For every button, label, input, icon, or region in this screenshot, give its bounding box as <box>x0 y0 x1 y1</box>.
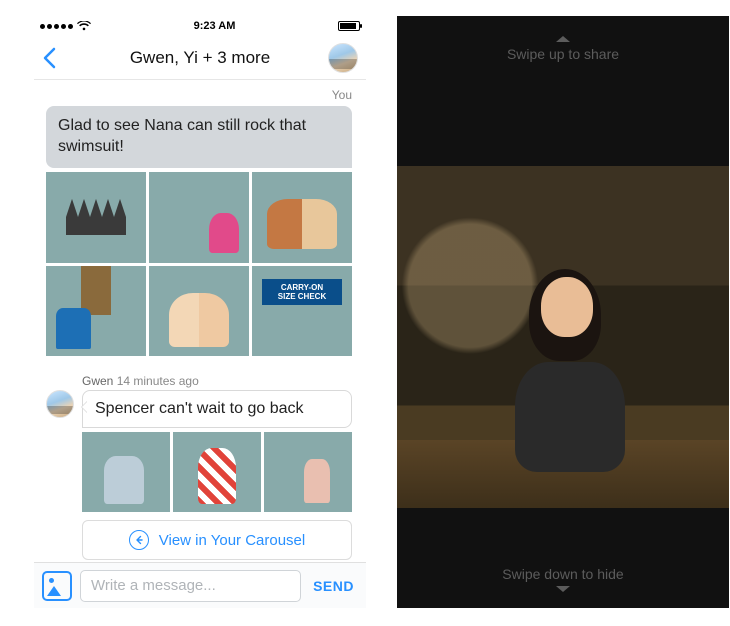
composer-bar: Write a message... SEND <box>34 562 366 608</box>
photo-thumb[interactable] <box>46 172 146 263</box>
chevron-left-icon <box>42 47 56 69</box>
incoming-sender: Gwen <box>82 374 113 388</box>
swipe-up-area[interactable]: Swipe up to share <box>397 16 729 166</box>
incoming-meta: Gwen 14 minutes ago <box>82 374 199 388</box>
nav-bar: Gwen, Yi + 3 more <box>34 36 366 80</box>
photo-thumb[interactable] <box>46 266 146 357</box>
photo-thumb[interactable] <box>264 432 352 512</box>
outgoing-photo-grid <box>46 172 352 357</box>
outgoing-message-bubble: Glad to see Nana can still rock that swi… <box>46 106 352 168</box>
photo-thumb[interactable] <box>252 266 352 357</box>
arrow-left-circle-icon <box>129 530 149 550</box>
send-button[interactable]: SEND <box>309 578 358 594</box>
clock: 9:23 AM <box>194 20 236 32</box>
header-avatar[interactable] <box>328 43 358 73</box>
sender-you-label: You <box>38 80 362 106</box>
messages-scroll[interactable]: You Glad to see Nana can still rock that… <box>34 80 366 562</box>
back-button[interactable] <box>42 47 56 69</box>
chevron-down-icon <box>556 586 570 592</box>
message-input[interactable]: Write a message... <box>80 570 301 602</box>
photo-thumb[interactable] <box>252 172 352 263</box>
chat-title: Gwen, Yi + 3 more <box>34 48 366 68</box>
incoming-time: 14 minutes ago <box>117 374 199 388</box>
swipe-down-label: Swipe down to hide <box>502 566 623 582</box>
attach-photo-button[interactable] <box>42 571 72 601</box>
incoming-message-bubble: Spencer can't wait to go back <box>82 390 352 428</box>
swipe-up-label: Swipe up to share <box>507 46 619 62</box>
swipe-down-area[interactable]: Swipe down to hide <box>397 508 729 608</box>
battery-icon <box>338 21 360 31</box>
photo-swipe-screen[interactable]: Swipe up to share Swipe down to hide <box>397 16 729 608</box>
photo-thumb[interactable] <box>149 266 249 357</box>
status-bar: 9:23 AM <box>34 16 366 36</box>
incoming-photo-row <box>82 432 352 512</box>
message-placeholder: Write a message... <box>91 577 216 594</box>
chat-screen: 9:23 AM Gwen, Yi + 3 more You Glad to se… <box>34 16 366 608</box>
view-in-carousel-button[interactable]: View in Your Carousel <box>82 520 352 560</box>
photo-thumb[interactable] <box>82 432 170 512</box>
fullscreen-photo[interactable] <box>397 166 729 508</box>
signal-dots-icon <box>40 24 73 29</box>
wifi-icon <box>77 21 91 31</box>
incoming-avatar[interactable] <box>46 390 74 418</box>
chevron-up-icon <box>556 36 570 42</box>
photo-thumb[interactable] <box>149 172 249 263</box>
view-in-carousel-label: View in Your Carousel <box>159 532 305 549</box>
photo-thumb[interactable] <box>173 432 261 512</box>
